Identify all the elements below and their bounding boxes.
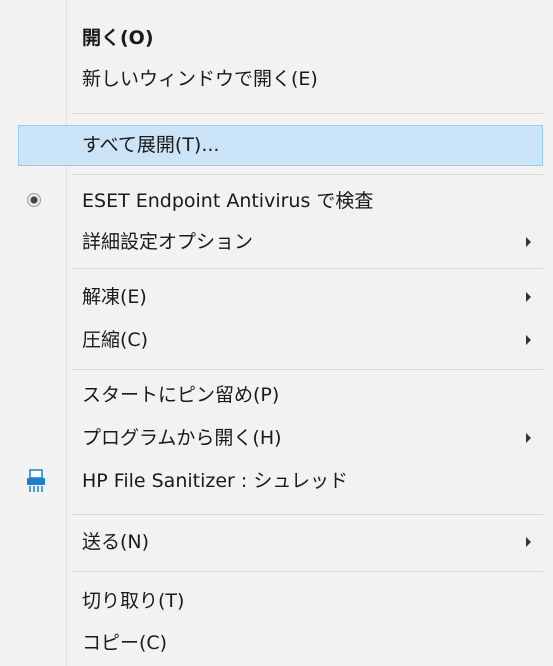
menu-item-pin-to-start[interactable]: スタートにピン留め(P) (0, 375, 553, 416)
menu-item-open-with[interactable]: プログラムから開く(H) (0, 418, 553, 459)
menu-item-extract-all-label: すべて展開(T)... (82, 134, 220, 156)
separator (72, 571, 543, 572)
separator (72, 174, 543, 175)
menu-item-hp-shred-label: HP File Sanitizer : シュレッド (82, 470, 348, 492)
menu-item-hp-shred[interactable]: HP File Sanitizer : シュレッド (0, 461, 553, 502)
menu-item-pin-to-start-label: スタートにピン留め(P) (82, 384, 280, 406)
menu-item-copy-label: コピー(C) (82, 632, 168, 654)
menu-item-decompress-label: 解凍(E) (82, 286, 147, 308)
menu-item-compress-label: 圧縮(C) (82, 329, 149, 351)
shredder-icon (27, 469, 45, 492)
menu-item-copy[interactable]: コピー(C) (0, 623, 553, 664)
menu-item-compress[interactable]: 圧縮(C) (0, 320, 553, 361)
menu-item-send-to-label: 送る(N) (82, 531, 150, 553)
menu-item-open-new-window-label: 新しいウィンドウで開く(E) (82, 68, 318, 90)
radio-target-icon (27, 193, 41, 207)
menu-item-advanced-options-label: 詳細設定オプション (82, 231, 254, 253)
menu-item-open-new-window[interactable]: 新しいウィンドウで開く(E) (0, 59, 553, 100)
menu-item-send-to[interactable]: 送る(N) (0, 522, 553, 563)
menu-item-open[interactable]: 開く(O) (0, 18, 553, 59)
menu-item-decompress[interactable]: 解凍(E) (0, 277, 553, 318)
separator (72, 514, 543, 515)
submenu-arrow-icon (526, 237, 531, 247)
menu-item-open-label: 開く(O) (82, 27, 154, 49)
separator (72, 113, 543, 114)
separator (72, 268, 543, 269)
context-menu: 開く(O) 新しいウィンドウで開く(E) すべて展開(T)... ESET En… (0, 0, 553, 666)
menu-item-extract-all[interactable]: すべて展開(T)... (18, 125, 543, 166)
menu-item-cut[interactable]: 切り取り(T) (0, 581, 553, 622)
menu-item-cut-label: 切り取り(T) (82, 590, 185, 612)
separator (72, 369, 543, 370)
menu-item-eset-scan-label: ESET Endpoint Antivirus で検査 (82, 190, 374, 212)
submenu-arrow-icon (526, 335, 531, 345)
submenu-arrow-icon (526, 433, 531, 443)
menu-item-advanced-options[interactable]: 詳細設定オプション (0, 222, 553, 263)
menu-item-open-with-label: プログラムから開く(H) (82, 427, 282, 449)
menu-item-eset-scan[interactable]: ESET Endpoint Antivirus で検査 (0, 181, 553, 222)
submenu-arrow-icon (526, 292, 531, 302)
submenu-arrow-icon (526, 537, 531, 547)
